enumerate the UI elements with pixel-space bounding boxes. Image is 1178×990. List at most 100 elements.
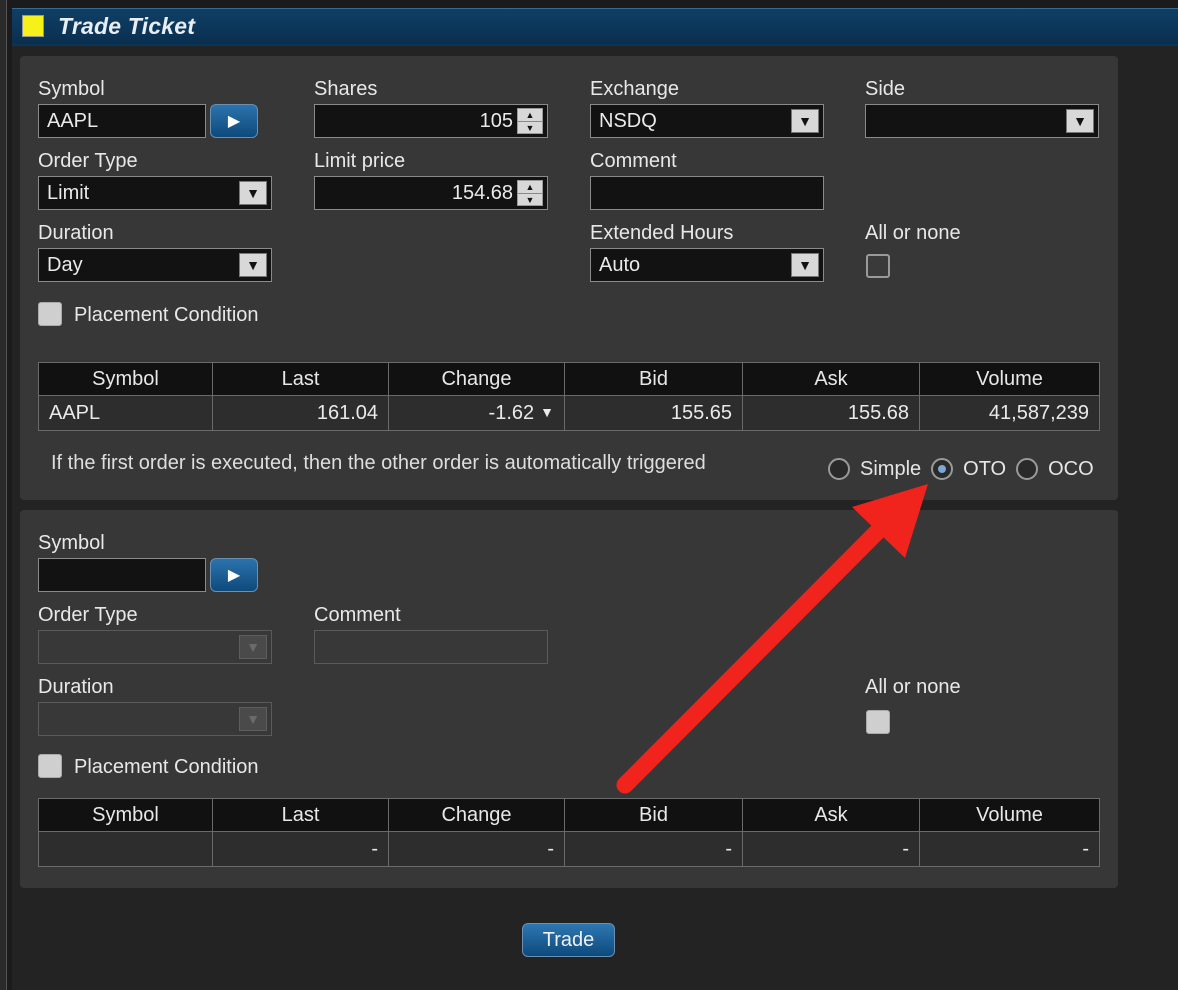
chevron-down-icon[interactable]: ▼ [239, 707, 267, 731]
column-header: Ask [742, 362, 920, 396]
all-or-none-checkbox[interactable] [866, 254, 890, 278]
quote-change-cell: - [388, 831, 565, 867]
shares-spin-buttons[interactable]: ▲ ▼ [517, 108, 543, 134]
quote-last-cell: - [212, 831, 389, 867]
spin-down-icon[interactable]: ▼ [518, 194, 542, 206]
quote-bid-cell: - [564, 831, 743, 867]
quote-table: Symbol Last Change Bid Ask Volume AAPL 1… [38, 362, 1100, 431]
limit-price-value: 154.68 [451, 182, 513, 204]
comment-input[interactable] [314, 630, 548, 664]
duration-value: Day [47, 254, 83, 276]
limit-price-stepper[interactable]: 154.68 ▲ ▼ [314, 176, 548, 210]
duration-label: Duration [38, 676, 114, 698]
limit-price-label: Limit price [314, 150, 406, 172]
exchange-value: NSDQ [599, 110, 657, 132]
table-row[interactable]: AAPL 161.04 -1.62 ▼ 155.65 155.68 41,587,… [38, 395, 1100, 431]
quote-symbol-cell: AAPL [38, 395, 213, 431]
quote-volume-cell: 41,587,239 [919, 395, 1100, 431]
exchange-select[interactable]: NSDQ ▼ [590, 104, 824, 138]
column-header: Volume [919, 362, 1100, 396]
spin-down-icon[interactable]: ▼ [518, 122, 542, 134]
chevron-down-icon[interactable]: ▼ [791, 109, 819, 133]
quote-table: Symbol Last Change Bid Ask Volume - - - … [38, 798, 1100, 867]
comment-label: Comment [590, 150, 677, 172]
oco-radio[interactable] [1016, 458, 1039, 480]
placement-condition-label: Placement Condition [74, 304, 259, 326]
symbol-input-value: AAPL [47, 110, 99, 132]
limit-price-spin-buttons[interactable]: ▲ ▼ [517, 180, 543, 206]
symbol-label: Symbol [38, 532, 105, 554]
side-label: Side [865, 78, 906, 100]
placement-condition-checkbox[interactable] [38, 754, 62, 778]
placement-condition-checkbox[interactable] [38, 302, 62, 326]
oto-radio[interactable] [931, 458, 954, 480]
quote-header-row: Symbol Last Change Bid Ask Volume [38, 362, 1100, 396]
extended-hours-value: Auto [599, 254, 641, 276]
quote-last-cell: 161.04 [212, 395, 389, 431]
quote-ask-cell: 155.68 [742, 395, 920, 431]
chevron-down-icon[interactable]: ▼ [239, 253, 267, 277]
chevron-down-icon[interactable]: ▼ [791, 253, 819, 277]
column-header: Symbol [38, 798, 213, 832]
play-icon: ▶ [227, 567, 241, 584]
order-type-select[interactable]: Limit ▼ [38, 176, 272, 210]
symbol-input[interactable]: AAPL [38, 104, 206, 138]
simple-radio-label[interactable]: Simple [860, 458, 921, 481]
oco-radio-label[interactable]: OCO [1048, 458, 1094, 481]
quote-ask-cell: - [742, 831, 920, 867]
column-header: Bid [564, 798, 743, 832]
order-type-select[interactable]: ▼ [38, 630, 272, 664]
chevron-down-icon[interactable]: ▼ [239, 181, 267, 205]
quote-bid-cell: 155.65 [564, 395, 743, 431]
oto-radio-label[interactable]: OTO [963, 458, 1006, 481]
window-title: Trade Ticket [58, 13, 196, 39]
down-triangle-icon: ▼ [540, 403, 554, 420]
column-header: Last [212, 362, 389, 396]
side-select[interactable]: ▼ [865, 104, 1099, 138]
play-icon: ▶ [227, 113, 241, 130]
second-order-panel: Symbol ▶ Order Type ▼ Comment Duration ▼… [20, 510, 1118, 888]
duration-select[interactable]: Day ▼ [38, 248, 272, 282]
symbol-input[interactable] [38, 558, 206, 592]
exchange-label: Exchange [590, 78, 679, 100]
quote-change-cell: -1.62 ▼ [388, 395, 565, 431]
trade-button[interactable]: Trade [522, 923, 615, 957]
comment-input[interactable] [590, 176, 824, 210]
all-or-none-checkbox[interactable] [866, 710, 890, 734]
simple-radio[interactable] [828, 458, 850, 480]
spin-up-icon[interactable]: ▲ [518, 109, 542, 122]
all-or-none-label: All or none [865, 222, 961, 244]
all-or-none-label: All or none [865, 676, 961, 698]
spin-up-icon[interactable]: ▲ [518, 181, 542, 194]
table-row[interactable]: - - - - - [38, 831, 1100, 867]
order-link-description: If the first order is executed, then the… [51, 452, 706, 474]
shares-stepper[interactable]: 105 ▲ ▼ [314, 104, 548, 138]
column-header: Ask [742, 798, 920, 832]
symbol-go-button[interactable]: ▶ [210, 558, 258, 592]
symbol-go-button[interactable]: ▶ [210, 104, 258, 138]
shares-value: 105 [479, 110, 513, 132]
extended-hours-select[interactable]: Auto ▼ [590, 248, 824, 282]
order-type-label: Order Type [38, 604, 138, 626]
extended-hours-label: Extended Hours [590, 222, 734, 244]
order-link-radio-group: Simple OTO OCO [828, 454, 1104, 484]
column-header: Last [212, 798, 389, 832]
comment-label: Comment [314, 604, 401, 626]
quote-change-value: -1.62 [488, 401, 535, 424]
order-type-value: Limit [47, 182, 90, 204]
title-bar: Trade Ticket [12, 8, 1178, 46]
column-header: Symbol [38, 362, 213, 396]
column-header: Bid [564, 362, 743, 396]
column-header: Volume [919, 798, 1100, 832]
chevron-down-icon[interactable]: ▼ [239, 635, 267, 659]
quote-volume-cell: - [919, 831, 1100, 867]
duration-select[interactable]: ▼ [38, 702, 272, 736]
window-left-edge [0, 0, 7, 990]
column-header: Change [388, 362, 565, 396]
title-color-swatch[interactable] [22, 15, 44, 37]
column-header: Change [388, 798, 565, 832]
symbol-label: Symbol [38, 78, 105, 100]
first-order-panel: Symbol AAPL ▶ Shares 105 ▲ ▼ Exchange NSD… [20, 56, 1118, 500]
chevron-down-icon[interactable]: ▼ [1066, 109, 1094, 133]
shares-label: Shares [314, 78, 378, 100]
